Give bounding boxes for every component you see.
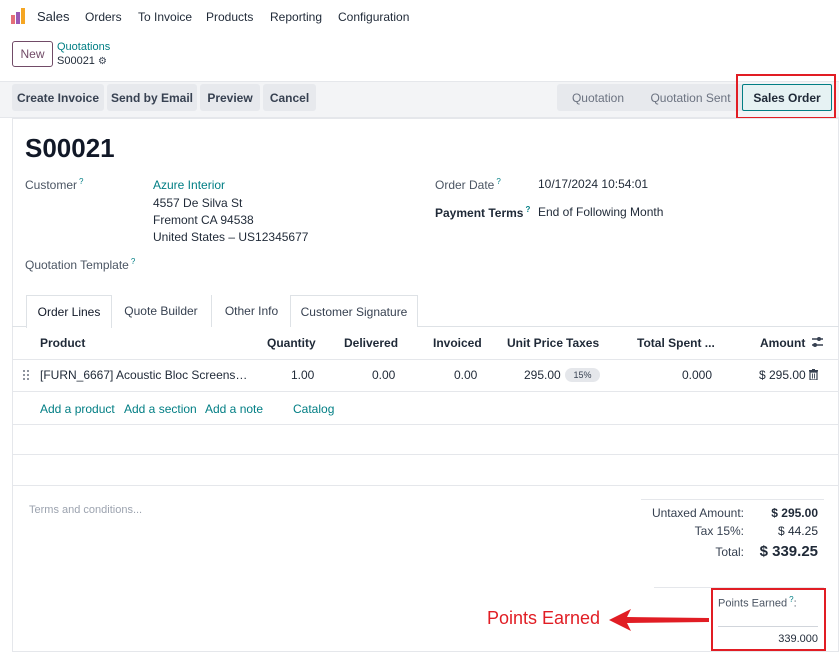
add-note-link[interactable]: Add a note <box>205 402 263 416</box>
order-title: S00021 <box>25 133 115 163</box>
cell-amount: $ 295.00 <box>759 368 806 382</box>
help-icon[interactable]: ? <box>79 177 83 186</box>
breadcrumb-current-label: S00021 <box>57 55 95 67</box>
menu-orders[interactable]: Orders <box>85 10 122 24</box>
customer-label: Customer? <box>25 177 83 192</box>
total-value: $ 339.25 <box>759 543 818 560</box>
new-button[interactable]: New <box>12 41 53 67</box>
catalog-link[interactable]: Catalog <box>293 402 334 416</box>
col-unit-price[interactable]: Unit Price <box>507 336 563 350</box>
row-divider <box>12 454 839 455</box>
menu-products[interactable]: Products <box>206 10 253 24</box>
col-quantity[interactable]: Quantity <box>267 336 316 350</box>
drag-handle-icon[interactable] <box>22 369 30 381</box>
cancel-button[interactable]: Cancel <box>263 84 316 111</box>
app-name[interactable]: Sales <box>37 9 70 24</box>
highlight-box-points <box>711 588 826 651</box>
payment-terms-label: Payment Terms? <box>435 205 530 220</box>
menu-to-invoice[interactable]: To Invoice <box>138 10 192 24</box>
cell-product[interactable]: [FURN_6667] Acoustic Bloc Screens… <box>40 368 247 382</box>
breadcrumb-current: S00021 ⚙ <box>57 55 107 67</box>
gear-icon[interactable]: ⚙ <box>98 56 107 67</box>
customer-name-link[interactable]: Azure Interior <box>153 178 225 192</box>
trash-icon[interactable] <box>809 369 818 380</box>
column-settings-icon[interactable] <box>811 336 824 348</box>
untaxed-amount-label: Untaxed Amount: <box>651 506 744 520</box>
help-icon[interactable]: ? <box>496 177 500 186</box>
tab-order-lines[interactable]: Order Lines <box>26 295 112 328</box>
preview-button[interactable]: Preview <box>200 84 260 111</box>
help-icon[interactable]: ? <box>525 205 530 214</box>
col-taxes[interactable]: Taxes <box>566 336 599 350</box>
col-amount[interactable]: Amount <box>760 336 805 350</box>
totals-divider <box>641 499 824 500</box>
cell-unit-price[interactable]: 295.00 <box>524 368 561 382</box>
col-product[interactable]: Product <box>40 336 85 350</box>
col-invoiced[interactable]: Invoiced <box>433 336 482 350</box>
cell-quantity[interactable]: 1.00 <box>291 368 314 382</box>
add-product-link[interactable]: Add a product <box>40 402 115 416</box>
highlight-box-status <box>736 74 836 119</box>
breadcrumb-quotations[interactable]: Quotations <box>57 41 110 53</box>
col-delivered[interactable]: Delivered <box>344 336 398 350</box>
cell-total-spent: 0.000 <box>682 368 713 382</box>
tax-label: Tax 15%: <box>694 524 744 538</box>
menu-configuration[interactable]: Configuration <box>338 10 409 24</box>
tab-quote-builder[interactable]: Quote Builder <box>111 295 211 327</box>
status-quotation-sent[interactable]: Quotation Sent <box>639 84 742 111</box>
row-divider <box>12 485 839 486</box>
status-quotation[interactable]: Quotation <box>557 84 639 111</box>
send-by-email-button[interactable]: Send by Email <box>107 84 197 111</box>
annotation-arrow-icon <box>609 609 709 631</box>
untaxed-amount-value: $ 295.00 <box>771 506 818 520</box>
tab-customer-signature[interactable]: Customer Signature <box>290 295 418 327</box>
top-navbar: Sales Orders To Invoice Products Reporti… <box>0 0 839 34</box>
address-line2: Fremont CA 94538 <box>153 213 254 227</box>
menu-reporting[interactable]: Reporting <box>270 10 322 24</box>
total-label: Total: <box>715 545 744 559</box>
tab-other-info[interactable]: Other Info <box>211 295 291 327</box>
tax-value: $ 44.25 <box>777 524 818 538</box>
tax-badge[interactable]: 15% <box>565 368 600 382</box>
sales-app-icon[interactable] <box>11 8 29 24</box>
cell-invoiced[interactable]: 0.00 <box>454 368 477 382</box>
terms-input[interactable]: Terms and conditions... <box>29 504 142 516</box>
create-invoice-button[interactable]: Create Invoice <box>12 84 104 111</box>
quotation-template-label-text: Quotation Template <box>25 258 129 272</box>
customer-label-text: Customer <box>25 178 78 192</box>
annotation-label: Points Earned <box>487 608 601 628</box>
order-date-label: Order Date? <box>435 177 501 192</box>
quotation-template-label: Quotation Template? <box>25 257 135 272</box>
order-date-label-text: Order Date <box>435 178 495 192</box>
col-total-spent[interactable]: Total Spent ... <box>637 336 715 350</box>
address-line3: United States – US12345677 <box>153 230 309 244</box>
row-divider <box>12 424 839 425</box>
row-divider <box>12 391 839 392</box>
order-date-value[interactable]: 10/17/2024 10:54:01 <box>538 177 648 191</box>
add-section-link[interactable]: Add a section <box>124 402 197 416</box>
cell-delivered[interactable]: 0.00 <box>372 368 395 382</box>
address-line1: 4557 De Silva St <box>153 196 243 210</box>
payment-terms-value[interactable]: End of Following Month <box>538 205 663 219</box>
help-icon[interactable]: ? <box>131 257 135 266</box>
payment-terms-label-text: Payment Terms <box>435 206 524 220</box>
